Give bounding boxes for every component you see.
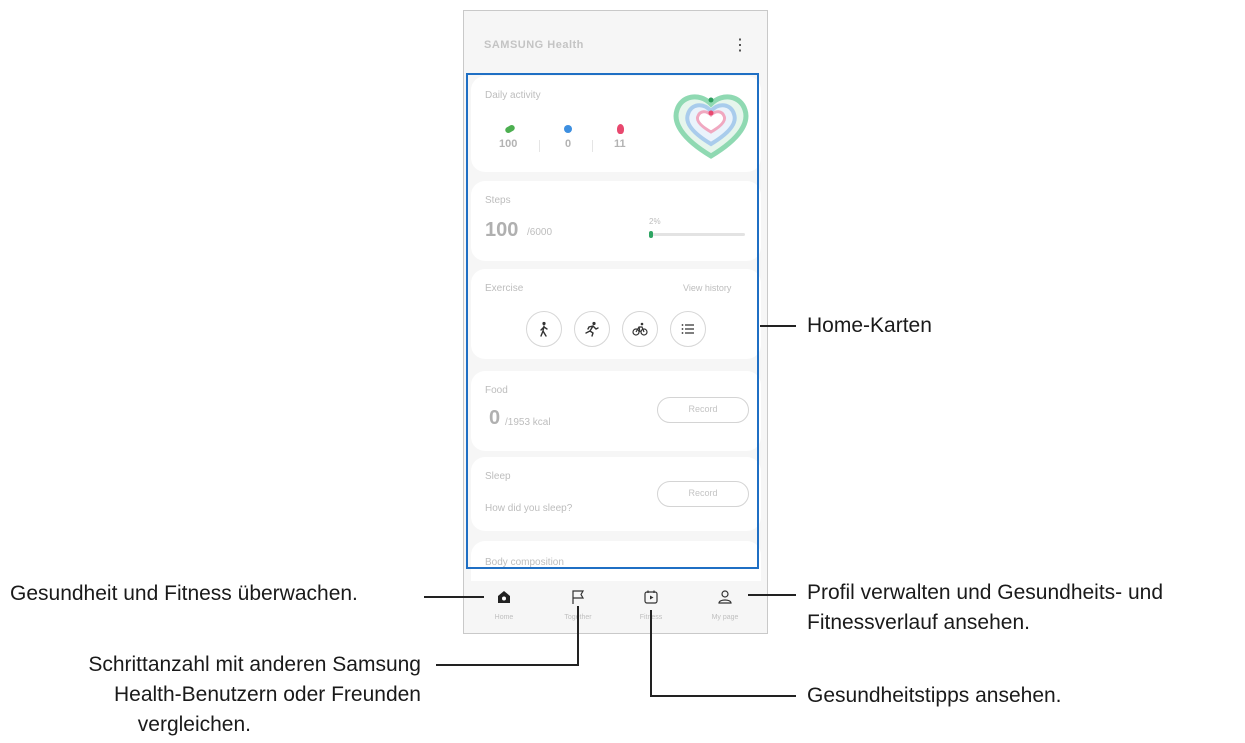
nav-home-label: Home (494, 614, 514, 621)
more-vert-icon[interactable]: ⋮ (732, 37, 748, 55)
nav-home[interactable]: Home (474, 581, 534, 633)
callout-line-monitor (424, 596, 484, 598)
app-bar: SAMSUNG Health ⋮ (464, 11, 767, 71)
callout-home-cards: Home-Karten (807, 314, 932, 337)
bottom-navigation: Home Together Fitness My page (464, 581, 767, 633)
person-icon (718, 590, 732, 604)
callout-monitor: Gesundheit und Fitness überwachen. (10, 582, 358, 605)
app-title: SAMSUNG Health (484, 39, 584, 51)
callout-line-home-cards (760, 325, 796, 327)
callout-line-compare-v (577, 606, 579, 666)
callout-line-tips-v (650, 610, 652, 697)
home-cards-highlight (466, 73, 759, 569)
flag-icon (572, 590, 585, 604)
fitness-play-icon (644, 590, 658, 604)
callout-line-compare-h (436, 664, 579, 666)
callout-line-profile (748, 594, 796, 596)
callout-compare-line1: Schrittanzahl mit anderen Samsung (88, 653, 421, 676)
callout-tips: Gesundheitstipps ansehen. (807, 684, 1062, 707)
callout-compare-line2: Health-Benutzern oder Freunden (113, 683, 421, 706)
home-icon (498, 591, 510, 603)
callout-profile-line1: Profil verwalten und Gesundheits- und (807, 581, 1164, 604)
callout-line-tips-h (650, 695, 796, 697)
callout-compare-line3: vergleichen. (137, 713, 251, 736)
nav-my-page-label: My page (711, 614, 739, 621)
nav-my-page[interactable]: My page (695, 581, 755, 633)
callout-profile-line2: Fitnessverlauf ansehen. (807, 611, 1030, 634)
